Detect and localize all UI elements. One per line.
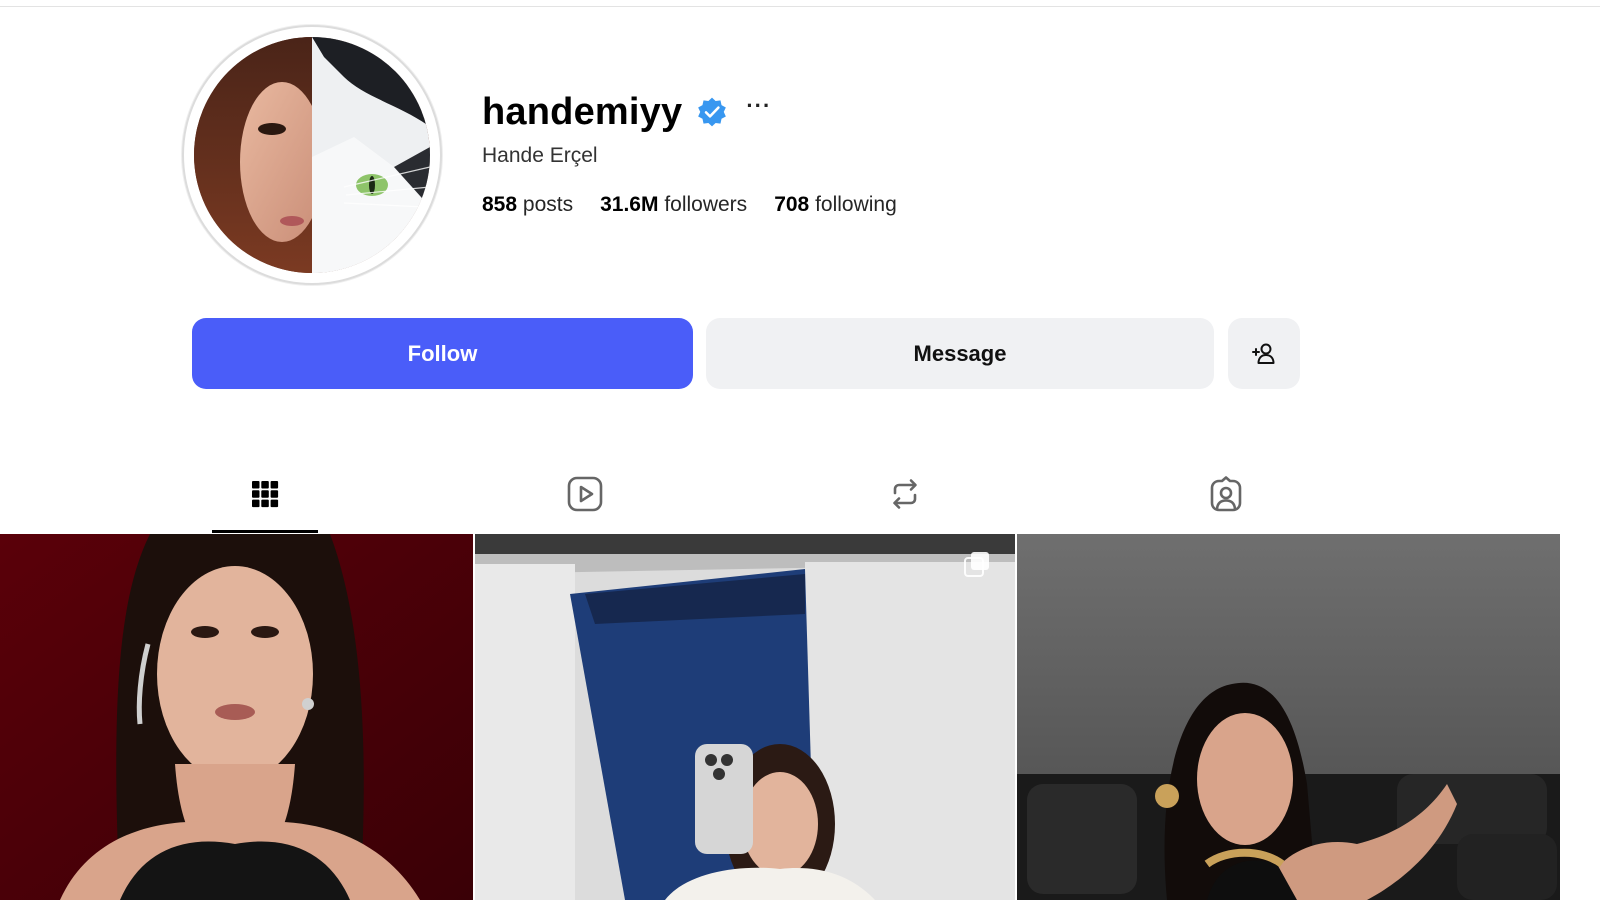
posts-stat: 858 posts <box>482 193 573 217</box>
top-divider <box>0 6 1600 7</box>
posts-count: 858 <box>482 193 518 216</box>
reels-icon <box>567 476 603 512</box>
profile-tabs <box>0 455 1600 533</box>
followers-count: 31.6M <box>600 193 659 216</box>
username-row: handemiyy ··· <box>482 86 771 138</box>
verified-badge-icon <box>698 97 727 127</box>
profile-username[interactable]: handemiyy <box>482 91 682 134</box>
suggest-users-button[interactable] <box>1228 318 1300 389</box>
profile-avatar[interactable] <box>182 25 442 285</box>
following-stat[interactable]: 708 following <box>774 193 897 217</box>
tagged-icon <box>1210 476 1242 512</box>
following-label: following <box>815 193 897 216</box>
profile-full-name: Hande Erçel <box>482 144 598 167</box>
add-user-icon <box>1252 343 1275 364</box>
following-count: 708 <box>774 193 810 216</box>
tab-tagged[interactable] <box>1173 455 1279 533</box>
followers-stat[interactable]: 31.6M followers <box>600 193 747 217</box>
posts-grid <box>0 534 1560 900</box>
post-thumbnail[interactable] <box>475 534 1015 900</box>
tab-reels[interactable] <box>532 455 638 533</box>
profile-stats: 858 posts 31.6M followers 708 following <box>482 193 924 217</box>
message-button[interactable]: Message <box>706 318 1214 389</box>
reposts-icon <box>893 479 917 509</box>
post-thumbnail[interactable] <box>1017 534 1560 900</box>
post-thumbnail[interactable] <box>0 534 473 900</box>
more-options-button[interactable]: ··· <box>746 95 771 117</box>
tab-reposts[interactable] <box>852 455 958 533</box>
carousel-indicator <box>971 552 989 570</box>
follow-button[interactable]: Follow <box>192 318 693 389</box>
grid-icon <box>252 481 279 508</box>
tab-posts[interactable] <box>212 455 318 533</box>
followers-label: followers <box>664 193 748 216</box>
posts-label: posts <box>522 193 574 216</box>
avatar-image <box>194 37 430 273</box>
